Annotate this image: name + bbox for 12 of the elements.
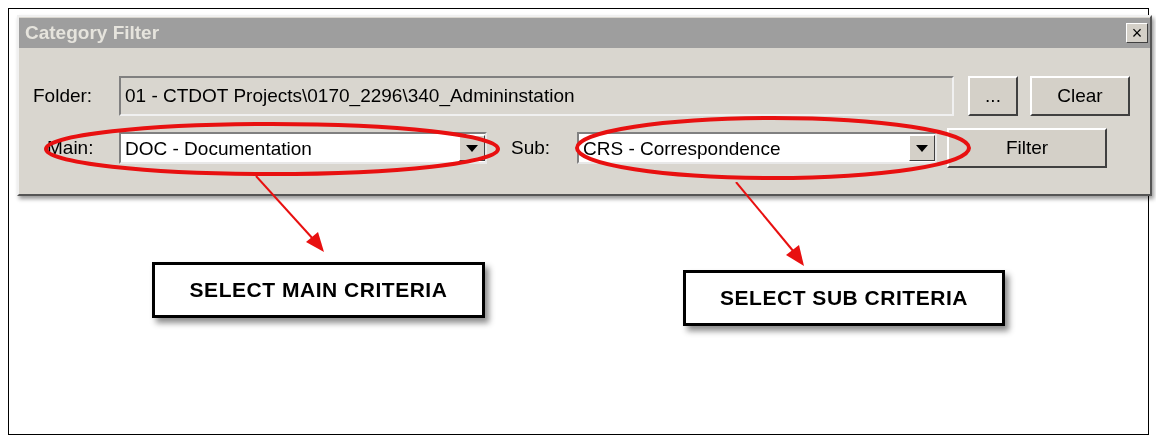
filter-button[interactable]: Filter: [947, 128, 1107, 168]
main-dropdown[interactable]: DOC - Documentation: [119, 132, 487, 164]
sub-label: Sub:: [510, 135, 552, 160]
folder-label: Folder:: [33, 83, 94, 108]
folder-field[interactable]: 01 - CTDOT Projects\0170_2296\340_Admininstation: [119, 76, 954, 116]
callout-label: SELECT MAIN CRITERIA: [152, 262, 485, 318]
callout-label: SELECT SUB CRITERIA: [683, 270, 1005, 326]
clear-button[interactable]: Clear: [1030, 76, 1130, 116]
window-title: Category Filter: [25, 20, 160, 45]
browse-button[interactable]: ...: [968, 76, 1018, 116]
sub-dropdown[interactable]: CRS - Correspondence: [577, 132, 937, 164]
close-button[interactable]: ×: [1126, 23, 1148, 43]
